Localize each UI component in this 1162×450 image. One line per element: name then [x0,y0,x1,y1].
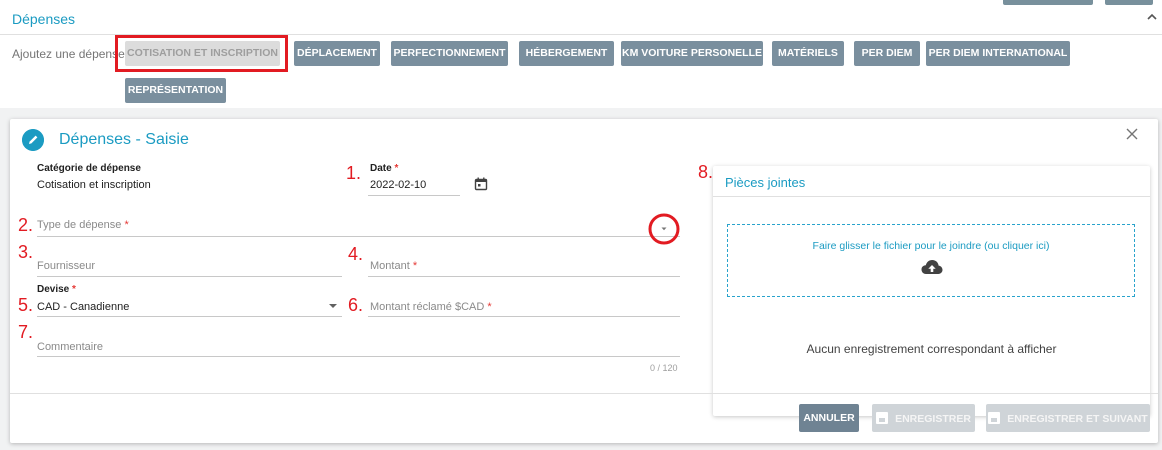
category-button-perfectionnement[interactable]: PERFECTIONNEMENT [391,41,508,66]
file-dropzone[interactable]: Faire glisser le fichier pour le joindre… [727,224,1135,297]
supplier-underline [37,276,342,277]
annotation-8: 8. [698,162,714,182]
currency-select[interactable]: CAD - Canadienne [37,301,129,313]
calendar-icon[interactable] [474,177,488,191]
section-title[interactable]: Dépenses [12,11,75,27]
chevron-up-icon[interactable] [1145,10,1159,24]
top-action-button-partial[interactable] [1003,0,1093,5]
category-button-representation[interactable]: REPRÉSENTATION [125,78,226,103]
annotation-3: 3. [18,242,34,262]
highlight-box [115,35,288,72]
currency-underline [37,316,342,317]
annotation-2: 2. [18,215,34,235]
attachments-title: Pièces jointes [725,175,806,190]
expense-type-select[interactable]: Type de dépense * [37,219,129,231]
annotation-6: 6. [348,295,364,315]
chevron-down-icon[interactable] [648,213,680,245]
amount-input[interactable]: Montant * [370,260,417,272]
category-label: Catégorie de dépense [37,163,141,174]
annotation-1: 1. [346,163,362,183]
save-button[interactable]: ENREGISTRER [872,404,975,432]
annotation-5: 5. [18,295,34,315]
category-button-hebergement[interactable]: HÉBERGEMENT [519,41,614,66]
close-icon[interactable] [1124,126,1140,142]
save-and-next-button[interactable]: ENREGISTRER ET SUIVANT [986,404,1150,432]
expense-entry-dialog: Dépenses - Saisie Catégorie de dépense C… [10,119,1158,443]
comment-input[interactable]: Commentaire [37,341,103,353]
top-action-button-partial[interactable] [1105,0,1153,5]
claimed-amount-underline [368,316,680,317]
supplier-input[interactable]: Fournisseur [37,260,95,272]
category-button-deplacement[interactable]: DÉPLACEMENT [294,41,380,66]
date-underline [368,195,460,196]
character-counter: 0 / 120 [650,363,678,373]
dropzone-text: Faire glisser le fichier pour le joindre… [812,240,1050,252]
date-input[interactable]: 2022-02-10 [370,179,426,191]
modal-title: Dépenses - Saisie [59,131,189,148]
attachments-divider [713,196,1150,197]
expenses-section: Dépenses Ajoutez une dépense: COTISATION… [0,0,1162,108]
cloud-upload-icon [921,260,943,274]
save-icon [988,411,1001,424]
cancel-button[interactable]: ANNULER [799,404,859,432]
attachments-empty-message: Aucun enregistrement correspondant à aff… [806,342,1057,356]
annotation-7: 7. [18,322,34,342]
category-button-per-diem-international[interactable]: PER DIEM INTERNATIONAL [926,41,1070,66]
add-expense-label: Ajoutez une dépense: [12,47,129,61]
claimed-amount-input[interactable]: Montant réclamé $CAD * [370,301,492,313]
pencil-icon [22,129,44,151]
category-button-materiels[interactable]: MATÉRIELS [772,41,844,66]
currency-label: Devise * [37,284,76,295]
comment-underline [37,356,680,357]
save-icon [876,411,889,424]
footer-divider [10,393,1158,394]
dropdown-arrow-icon[interactable] [328,302,338,310]
expense-type-underline [37,236,680,237]
category-button-per-diem[interactable]: PER DIEM [854,41,920,66]
attachments-panel: Pièces jointes Faire glisser le fichier … [713,166,1150,416]
date-label: Date * [370,163,399,174]
category-button-km-voiture[interactable]: KM VOITURE PERSONELLE [621,41,763,66]
category-value: Cotisation et inscription [37,179,151,191]
annotation-4: 4. [348,244,364,264]
amount-underline [368,276,680,277]
